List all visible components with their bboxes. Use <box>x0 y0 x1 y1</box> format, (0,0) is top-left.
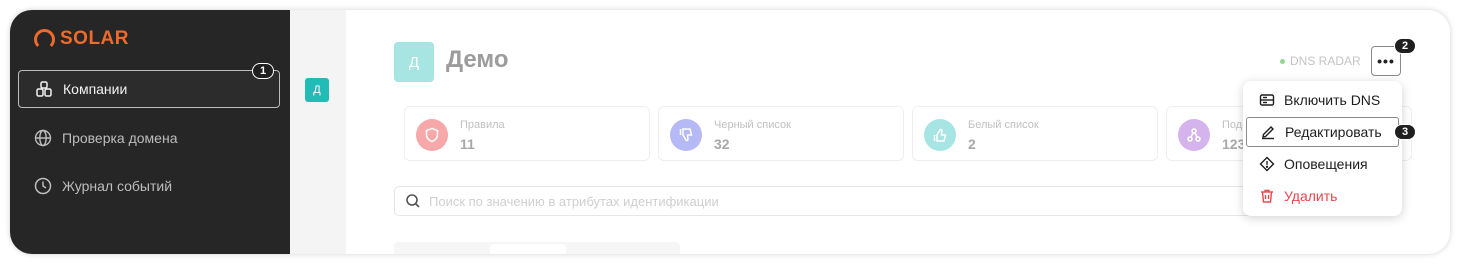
stat-label: Правила <box>460 119 505 131</box>
page-title: Демо <box>446 46 509 73</box>
network-icon <box>1178 119 1210 151</box>
stat-label: Черный список <box>714 119 791 131</box>
sidebar-item-label: Проверка домена <box>62 130 178 146</box>
company-avatar-small[interactable]: Д <box>305 78 329 102</box>
menu-item-notifications[interactable]: Оповещения <box>1246 149 1399 179</box>
callout-badge-2: 2 <box>1394 38 1416 54</box>
pencil-icon <box>1260 124 1276 140</box>
menu-item-label: Удалить <box>1284 188 1338 204</box>
menu-item-label: Оповещения <box>1284 156 1368 172</box>
stat-card-whitelist[interactable]: Белый список 2 <box>912 106 1158 161</box>
search-icon <box>405 193 421 209</box>
dns-radar-status: DNS RADAR <box>1280 54 1361 68</box>
search-placeholder: Поиск по значению в атрибутах идентифика… <box>429 193 719 209</box>
sidebar-item-domain-check[interactable]: Проверка домена <box>18 119 280 157</box>
tab-active[interactable] <box>490 244 566 254</box>
brand-name: SOLAR <box>60 28 129 49</box>
menu-item-enable-dns[interactable]: Включить DNS <box>1246 85 1399 115</box>
actions-dropdown-menu: Включить DNS Редактировать Оповещения Уд… <box>1243 81 1402 216</box>
stat-value: 123 <box>1222 136 1246 152</box>
logo-mark-icon <box>34 28 55 50</box>
sidebar-item-companies[interactable]: Компании <box>18 70 280 108</box>
stat-label: Белый список <box>968 119 1039 131</box>
sidebar-item-event-log[interactable]: Журнал событий <box>18 167 280 205</box>
globe-icon <box>34 129 52 147</box>
stat-card-blacklist[interactable]: Черный список 32 <box>658 106 904 161</box>
menu-item-label: Включить DNS <box>1284 92 1381 108</box>
sidebar: SOLAR Компании Проверка домена Журнал со… <box>10 10 290 254</box>
dns-radar-label: DNS RADAR <box>1290 54 1361 68</box>
callout-badge-3: 3 <box>1394 124 1416 140</box>
menu-item-edit[interactable]: Редактировать <box>1246 117 1399 147</box>
search-input[interactable]: Поиск по значению в атрибутах идентифика… <box>394 186 1294 216</box>
more-dots-icon: ••• <box>1377 53 1395 69</box>
sidebar-item-label: Компании <box>63 81 128 97</box>
app-window: SOLAR Компании Проверка домена Журнал со… <box>10 10 1450 254</box>
thumbs-down-icon <box>670 119 702 151</box>
callout-badge-1: 1 <box>252 63 274 79</box>
stat-value: 11 <box>460 136 475 152</box>
alert-diamond-icon <box>1259 156 1275 172</box>
trash-icon <box>1259 188 1275 204</box>
company-strip: Д <box>290 10 346 254</box>
tab-bar <box>394 242 680 254</box>
company-avatar: Д <box>394 42 434 82</box>
thumbs-up-icon <box>924 119 956 151</box>
clock-icon <box>34 177 52 195</box>
shield-icon <box>416 119 448 151</box>
buildings-icon <box>35 80 53 98</box>
stat-card-rules[interactable]: Правила 11 <box>404 106 650 161</box>
brand-logo[interactable]: SOLAR <box>34 28 129 50</box>
status-dot-icon <box>1280 58 1285 64</box>
stat-value: 2 <box>968 136 976 152</box>
menu-item-delete[interactable]: Удалить <box>1246 181 1399 211</box>
sidebar-item-label: Журнал событий <box>62 178 173 194</box>
menu-item-label: Редактировать <box>1285 124 1382 140</box>
stat-value: 32 <box>714 136 730 152</box>
dns-server-icon <box>1259 92 1275 108</box>
